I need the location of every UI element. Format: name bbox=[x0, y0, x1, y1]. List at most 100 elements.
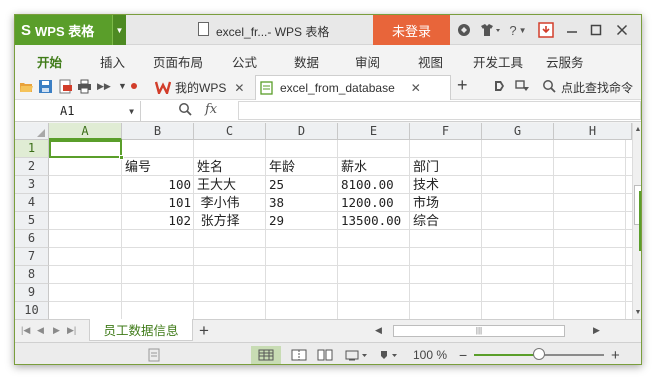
tab-developer[interactable]: 开发工具 bbox=[473, 52, 523, 71]
search-icon[interactable] bbox=[542, 79, 557, 94]
column-header-g[interactable]: G bbox=[482, 123, 554, 140]
print-icon[interactable] bbox=[77, 79, 92, 94]
zoom-out-icon[interactable]: − bbox=[459, 346, 467, 364]
row-header-10[interactable]: 10 bbox=[15, 302, 49, 319]
page-break-view-icon[interactable] bbox=[291, 346, 307, 364]
spreadsheet-grid[interactable]: A B C D E F G H 1 2 3 4 5 6 7 8 9 10 编号 … bbox=[15, 123, 632, 319]
minimize-icon[interactable] bbox=[563, 21, 581, 39]
normal-view-icon[interactable] bbox=[251, 346, 281, 364]
cell-b3[interactable]: 100 bbox=[122, 176, 194, 194]
cell-d3[interactable]: 25 bbox=[266, 176, 338, 194]
open-folder-icon[interactable] bbox=[19, 79, 34, 94]
row-header-3[interactable]: 3 bbox=[15, 176, 49, 194]
cell-f3[interactable]: 技术 bbox=[410, 176, 482, 194]
cell-b2[interactable]: 编号 bbox=[122, 158, 194, 176]
next-sheet-icon[interactable]: ▶ bbox=[53, 325, 60, 336]
export-pdf-icon[interactable] bbox=[58, 79, 73, 94]
cell-b5[interactable]: 102 bbox=[122, 212, 194, 230]
shirt-icon[interactable] bbox=[477, 21, 503, 39]
active-cell-a1[interactable] bbox=[49, 140, 122, 158]
cell-c3[interactable]: 王大大 bbox=[194, 176, 266, 194]
row-header-6[interactable]: 6 bbox=[15, 230, 49, 248]
cell-e4[interactable]: 1200.00 bbox=[338, 194, 410, 212]
column-header-b[interactable]: B bbox=[122, 123, 194, 140]
more-tools-icon[interactable]: ▶▶ bbox=[97, 79, 112, 94]
column-header-a[interactable]: A bbox=[49, 123, 122, 140]
row-header-8[interactable]: 8 bbox=[15, 266, 49, 284]
tab-home[interactable]: 开始 bbox=[37, 52, 62, 71]
side-panel-toggle[interactable] bbox=[639, 191, 641, 251]
tab-data[interactable]: 数据 bbox=[294, 52, 319, 71]
cell-d2[interactable]: 年龄 bbox=[266, 158, 338, 176]
tab-view[interactable]: 视图 bbox=[418, 52, 443, 71]
last-sheet-icon[interactable]: ▶| bbox=[67, 325, 76, 336]
row-header-5[interactable]: 5 bbox=[15, 212, 49, 230]
close-tab-icon[interactable]: ✕ bbox=[234, 81, 244, 95]
row-header-7[interactable]: 7 bbox=[15, 248, 49, 266]
page-layout-view-icon[interactable] bbox=[317, 346, 333, 364]
reading-mode-icon[interactable] bbox=[345, 346, 369, 364]
prev-sheet-icon[interactable]: ◀ bbox=[37, 325, 44, 336]
scroll-left-icon[interactable]: ◀ bbox=[375, 325, 382, 336]
column-header-c[interactable]: C bbox=[194, 123, 266, 140]
command-search-label[interactable]: 点此查找命令 bbox=[561, 79, 633, 96]
select-all-corner[interactable] bbox=[15, 123, 49, 140]
cell-e3[interactable]: 8100.00 bbox=[338, 176, 410, 194]
column-header-e[interactable]: E bbox=[338, 123, 410, 140]
cell-b4[interactable]: 101 bbox=[122, 194, 194, 212]
fill-handle[interactable] bbox=[119, 155, 124, 160]
cell-c2[interactable]: 姓名 bbox=[194, 158, 266, 176]
skin-icon[interactable] bbox=[455, 21, 473, 39]
cell-f2[interactable]: 部门 bbox=[410, 158, 482, 176]
tab-formula[interactable]: 公式 bbox=[232, 52, 257, 71]
zoom-level[interactable]: 100 % bbox=[413, 346, 447, 364]
login-button[interactable]: 未登录 bbox=[373, 15, 450, 45]
scroll-down-icon[interactable]: ▼ bbox=[633, 309, 641, 316]
column-header-h[interactable]: H bbox=[554, 123, 632, 140]
cell-e2[interactable]: 薪水 bbox=[338, 158, 410, 176]
formula-input[interactable] bbox=[238, 101, 641, 120]
tab-insert[interactable]: 插入 bbox=[100, 52, 125, 71]
doc-tab-my-wps[interactable]: 我的WPS ✕ bbox=[149, 75, 255, 100]
cell-c5[interactable]: 张方择 bbox=[194, 212, 266, 230]
horizontal-scrollbar[interactable]: ◀ ||| ▶ bbox=[375, 324, 605, 338]
chevron-down-icon[interactable]: ▼ bbox=[129, 107, 134, 116]
cell-c4[interactable]: 李小伟 bbox=[194, 194, 266, 212]
name-box[interactable]: A1 ▼ bbox=[17, 101, 141, 121]
doc-tab-excel-from-database[interactable]: excel_from_database ✕ bbox=[255, 75, 451, 100]
zoom-in-icon[interactable]: + bbox=[611, 346, 620, 364]
zoom-search-icon[interactable] bbox=[178, 102, 193, 120]
new-tab-plus-icon[interactable]: + bbox=[457, 76, 472, 94]
collab-icon[interactable] bbox=[492, 79, 507, 94]
filter-arrange-icon[interactable] bbox=[515, 79, 530, 94]
insert-function-button[interactable]: fx bbox=[205, 102, 217, 117]
tab-review[interactable]: 审阅 bbox=[355, 52, 380, 71]
cell-f5[interactable]: 综合 bbox=[410, 212, 482, 230]
tab-page-layout[interactable]: 页面布局 bbox=[153, 52, 203, 71]
cell-d4[interactable]: 38 bbox=[266, 194, 338, 212]
scroll-thumb[interactable]: ||| bbox=[393, 325, 565, 337]
scroll-up-icon[interactable]: ▲ bbox=[633, 126, 641, 133]
zoom-slider-knob[interactable] bbox=[533, 348, 545, 360]
cell-d5[interactable]: 29 bbox=[266, 212, 338, 230]
cell-f4[interactable]: 市场 bbox=[410, 194, 482, 212]
help-icon[interactable]: ? ▼ bbox=[505, 21, 531, 39]
save-icon[interactable] bbox=[38, 79, 53, 94]
chevron-down-icon[interactable]: ▼ bbox=[112, 15, 126, 45]
first-sheet-icon[interactable]: |◀ bbox=[21, 325, 30, 336]
wps-app-menu-button[interactable]: S WPS 表格 ▼ bbox=[15, 15, 126, 45]
cell-e5[interactable]: 13500.00 bbox=[338, 212, 410, 230]
maximize-icon[interactable] bbox=[587, 21, 605, 39]
sheet-tab-employee-data[interactable]: 员工数据信息 bbox=[89, 319, 193, 341]
column-header-f[interactable]: F bbox=[410, 123, 482, 140]
column-header-d[interactable]: D bbox=[266, 123, 338, 140]
row-header-1[interactable]: 1 bbox=[15, 140, 49, 158]
row-header-4[interactable]: 4 bbox=[15, 194, 49, 212]
row-header-2[interactable]: 2 bbox=[15, 158, 49, 176]
tab-cloud-service[interactable]: 云服务 bbox=[546, 52, 584, 71]
minimize-to-tray-icon[interactable] bbox=[537, 21, 555, 39]
close-icon[interactable] bbox=[613, 21, 631, 39]
row-header-9[interactable]: 9 bbox=[15, 284, 49, 302]
close-tab-icon[interactable]: ✕ bbox=[411, 81, 421, 95]
scroll-right-icon[interactable]: ▶ bbox=[593, 325, 600, 336]
